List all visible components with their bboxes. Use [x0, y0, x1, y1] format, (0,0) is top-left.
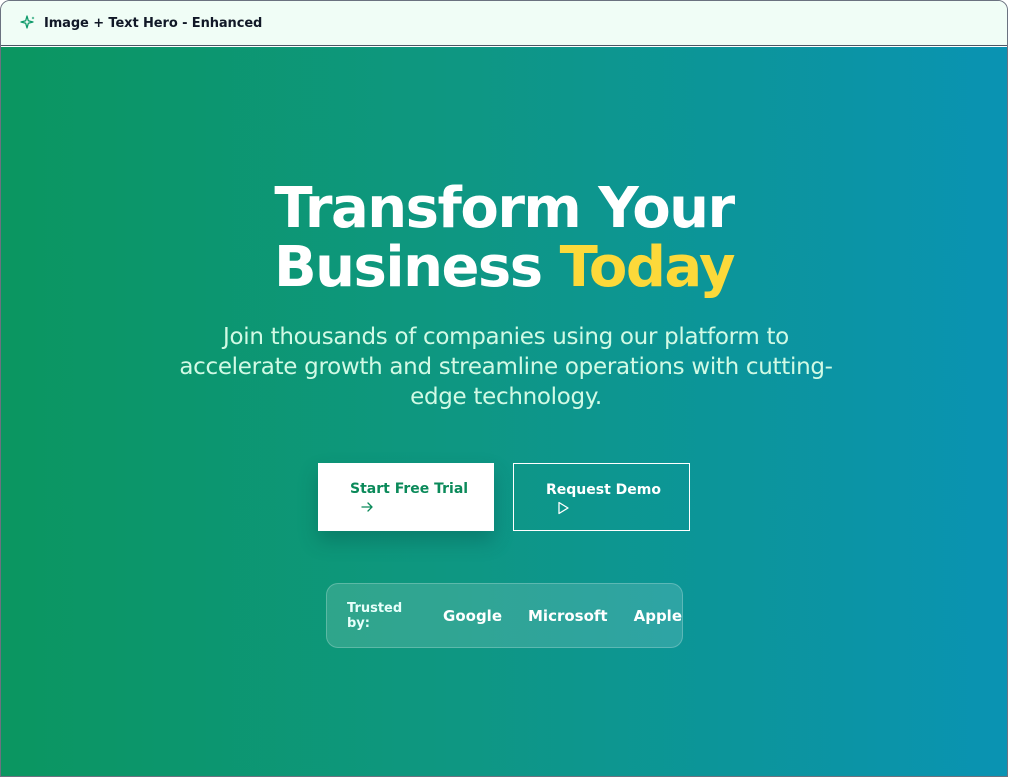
- title-bar: Image + Text Hero - Enhanced: [1, 1, 1007, 46]
- app-window: Image + Text Hero - Enhanced Transform Y…: [0, 0, 1008, 777]
- headline-line-1: Transform Your: [274, 176, 735, 241]
- window-title: Image + Text Hero - Enhanced: [44, 15, 263, 31]
- request-demo-label: Request Demo: [546, 482, 661, 498]
- hero-subtitle: Join thousands of companies using our pl…: [179, 324, 833, 410]
- arrow-right-icon: [360, 500, 374, 514]
- trusted-by-label: Trusted by:: [347, 600, 403, 631]
- hero-headline: Transform Your Business Today: [1, 179, 1007, 297]
- request-demo-button[interactable]: Request Demo: [513, 463, 690, 531]
- hero-section: Transform Your Business Today Join thous…: [1, 47, 1007, 776]
- start-free-trial-label: Start Free Trial: [350, 481, 469, 497]
- trusted-by-panel: Trusted by: Google Microsoft Apple: [326, 583, 683, 648]
- brand-microsoft: Microsoft: [528, 606, 608, 625]
- sparkle-icon: [20, 15, 36, 31]
- headline-line-2: Business: [274, 235, 543, 300]
- headline-accent: Today: [559, 235, 736, 300]
- brand-google: Google: [443, 606, 502, 625]
- start-free-trial-button[interactable]: Start Free Trial: [318, 463, 494, 531]
- play-icon: [556, 501, 570, 515]
- brand-apple: Apple: [633, 606, 682, 625]
